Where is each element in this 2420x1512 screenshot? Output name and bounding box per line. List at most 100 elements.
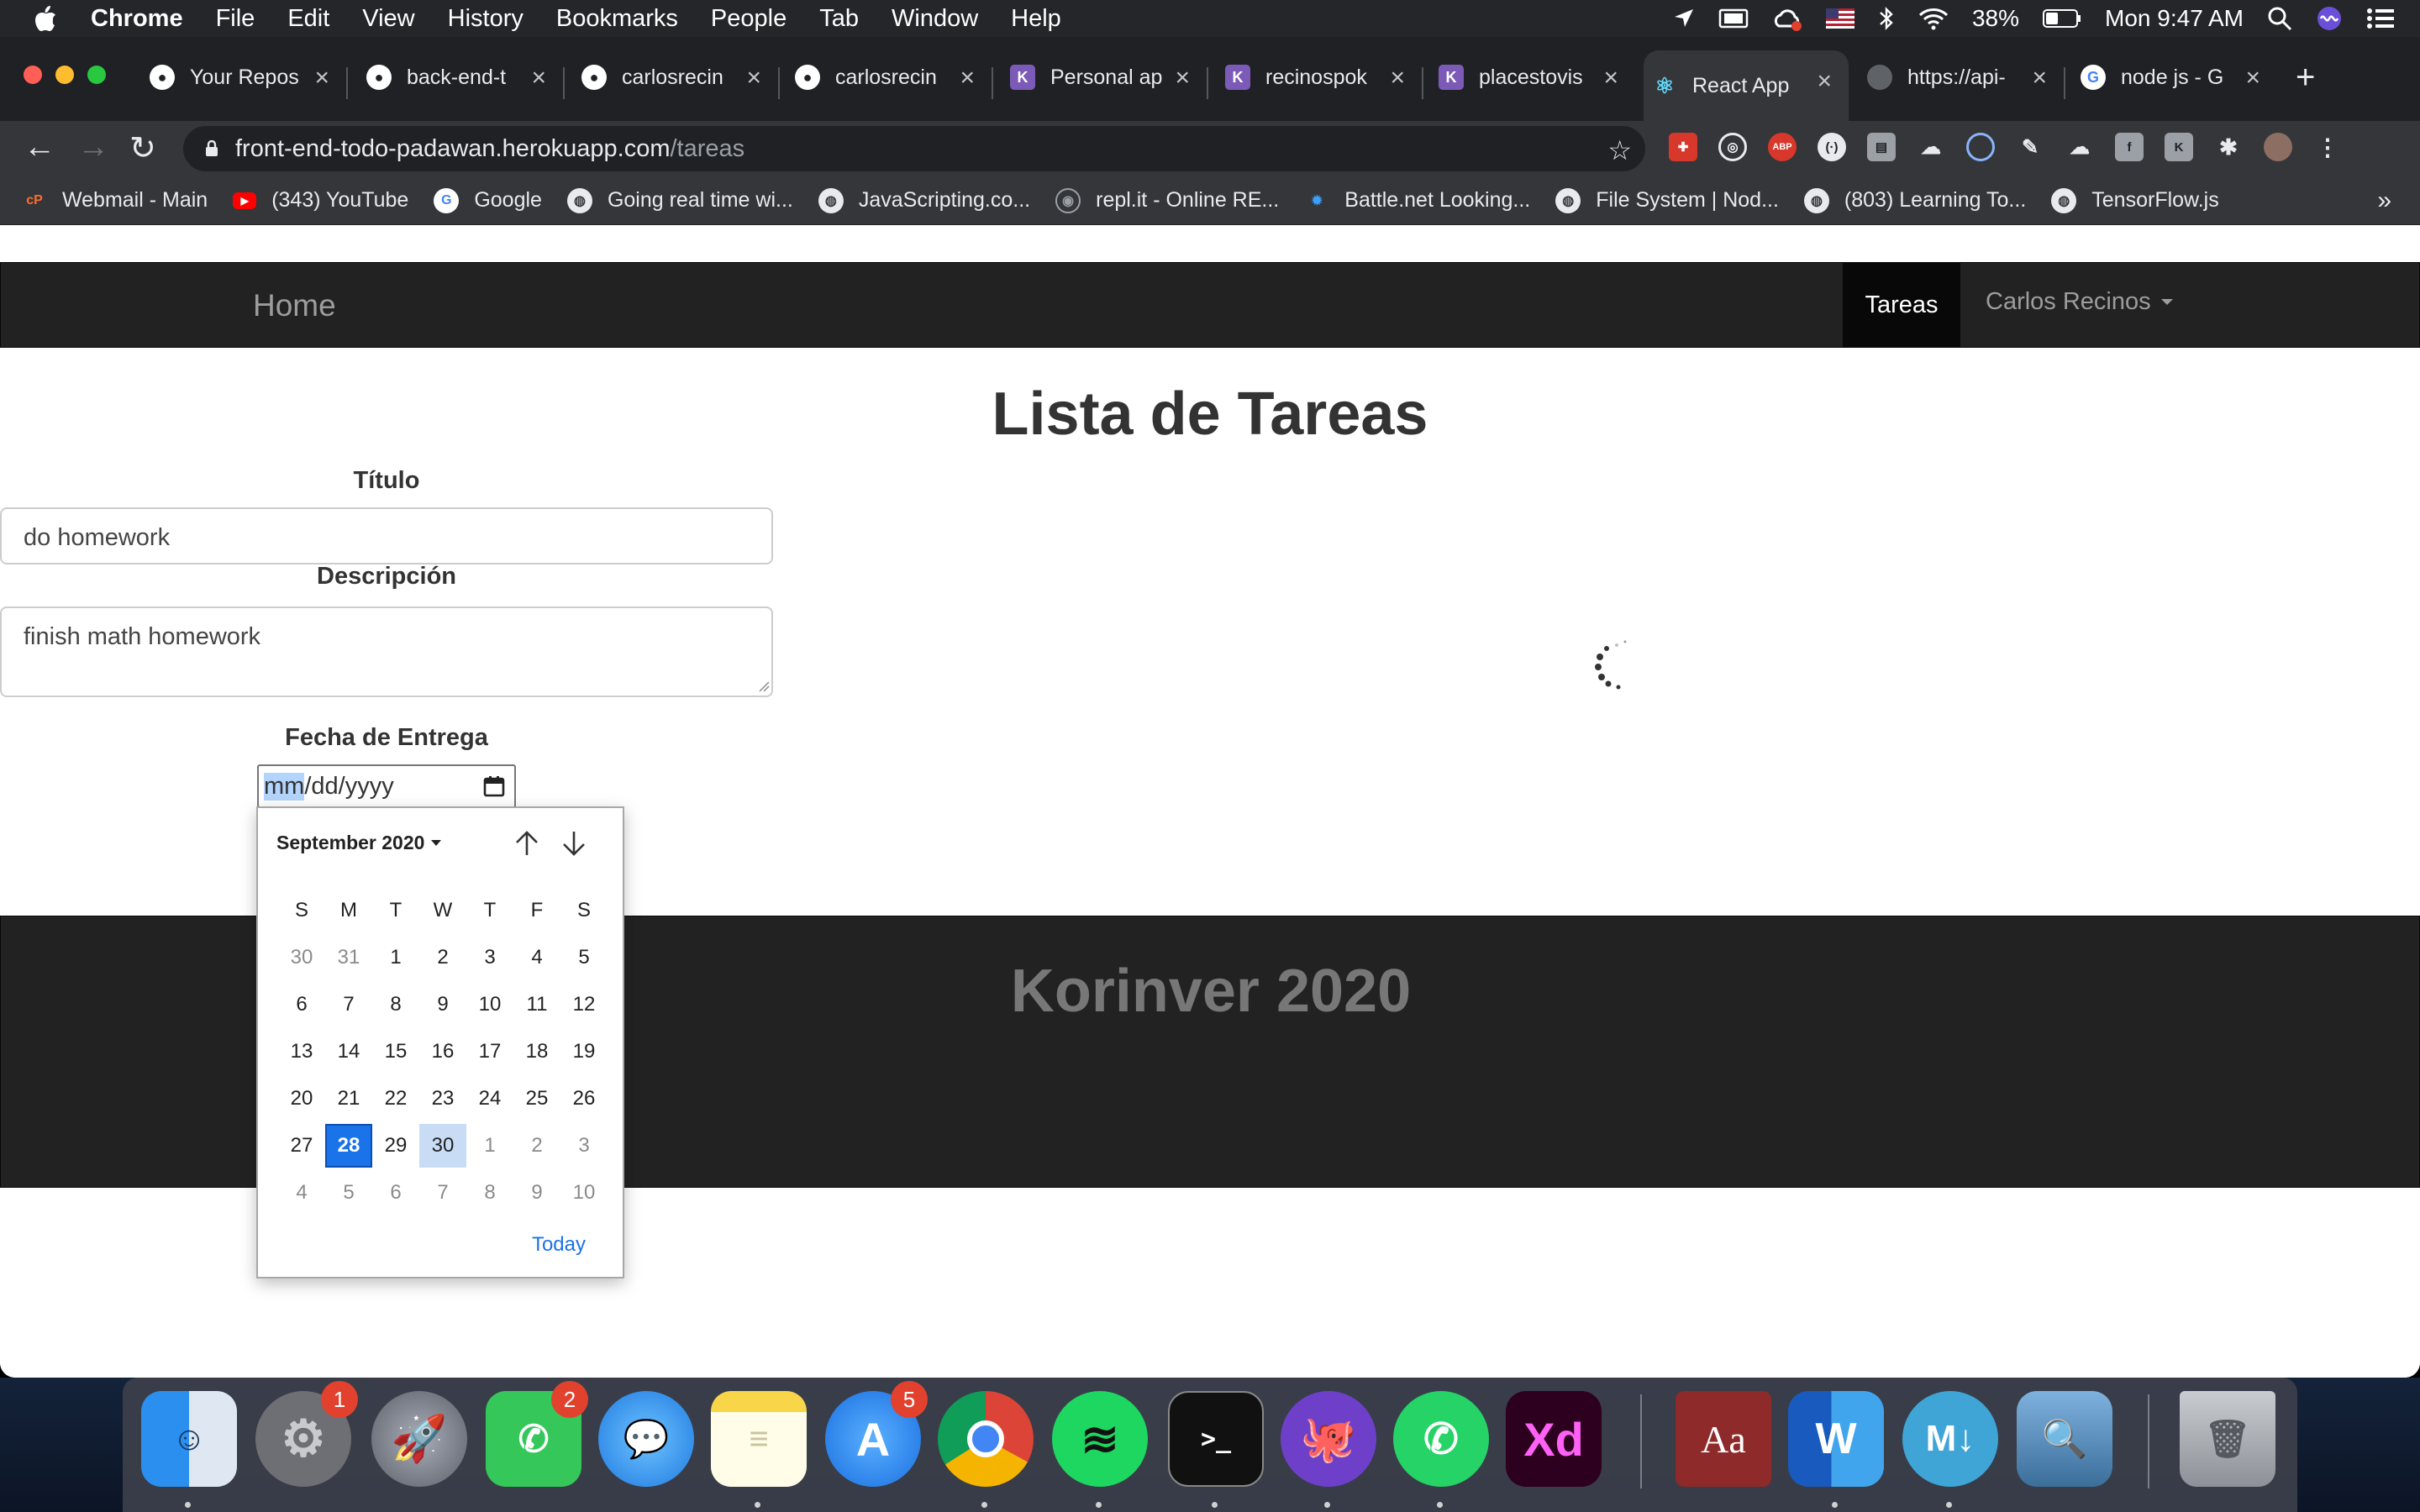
bookmark-tensorflow[interactable]: ◍ TensorFlow.js: [2051, 187, 2219, 213]
menu-help[interactable]: Help: [1011, 5, 1061, 33]
resize-grip-icon[interactable]: [758, 680, 770, 692]
bookmark-youtube[interactable]: ▶ (343) YouTube: [233, 188, 408, 213]
spotify-icon[interactable]: ≋: [1052, 1391, 1148, 1487]
calendar-day[interactable]: 10: [466, 983, 513, 1026]
calendar-day[interactable]: 16: [419, 1030, 466, 1074]
calendar-day[interactable]: 18: [513, 1030, 560, 1074]
calendar-day[interactable]: 4: [278, 1171, 325, 1215]
chrome-icon[interactable]: [938, 1391, 1034, 1487]
calendar-day[interactable]: 22: [372, 1077, 419, 1121]
calendar-day[interactable]: 26: [560, 1077, 608, 1121]
clock[interactable]: Mon 9:47 AM: [2105, 5, 2244, 32]
calendar-day[interactable]: 11: [513, 983, 560, 1026]
wifi-icon[interactable]: [1918, 7, 1949, 30]
calendar-day-selected[interactable]: 28: [325, 1124, 372, 1168]
date-rest-segment[interactable]: /dd/yyyy: [304, 773, 393, 801]
tab-node-js[interactable]: G node js - G ×: [2081, 57, 2260, 97]
notes-icon[interactable]: ≡: [711, 1391, 807, 1487]
menu-view[interactable]: View: [362, 5, 414, 33]
bluetooth-icon[interactable]: [1878, 6, 1895, 31]
calendar-day[interactable]: 2: [419, 936, 466, 979]
calendar-day[interactable]: 29: [372, 1124, 419, 1168]
lock-icon[interactable]: [205, 140, 218, 157]
close-tab-icon[interactable]: ×: [1603, 64, 1618, 92]
calendar-day[interactable]: 5: [325, 1171, 372, 1215]
bookmark-file-system[interactable]: ◍ File System | Nod...: [1555, 187, 1779, 213]
tab-carlosrecin-2[interactable]: ● carlosrecin ×: [795, 57, 975, 97]
app-store-icon[interactable]: A5: [825, 1381, 928, 1487]
apple-menu-icon[interactable]: [34, 4, 57, 33]
calendar-day[interactable]: 15: [372, 1030, 419, 1074]
minimize-window-button[interactable]: [55, 66, 74, 84]
calendar-day[interactable]: 3: [466, 936, 513, 979]
calendar-day[interactable]: 13: [278, 1030, 325, 1074]
bookmark-star-icon[interactable]: ☆: [1607, 134, 1632, 166]
chrome-menu-icon[interactable]: ⋮: [2313, 133, 2342, 161]
adobe-xd-icon[interactable]: Xd: [1506, 1391, 1602, 1487]
facebook-icon[interactable]: f: [2115, 133, 2144, 161]
spotlight-search-icon[interactable]: [2267, 6, 2292, 31]
back-button[interactable]: ←: [24, 129, 55, 165]
reload-button[interactable]: ↻: [129, 129, 156, 167]
calendar-day[interactable]: 31: [325, 936, 372, 979]
calendar-day[interactable]: 5: [560, 936, 608, 979]
bookmark-webmail[interactable]: cP Webmail - Main: [22, 188, 208, 213]
extension-8-icon[interactable]: ✎: [2016, 133, 2044, 161]
close-tab-icon[interactable]: ×: [1390, 64, 1405, 92]
bookmark-learning[interactable]: ◍ (803) Learning To...: [1803, 187, 2026, 213]
address-bar[interactable]: front-end-todo-padawan.herokuapp.com/tar…: [183, 126, 1645, 171]
calendar-day[interactable]: 23: [419, 1077, 466, 1121]
calendar-day[interactable]: 2: [513, 1124, 560, 1168]
word-icon[interactable]: W: [1788, 1391, 1884, 1487]
sidecar-display-icon[interactable]: [1718, 8, 1749, 29]
menu-history[interactable]: History: [448, 5, 523, 33]
calendar-day[interactable]: 10: [560, 1171, 608, 1215]
preview-icon[interactable]: 🔍: [2017, 1391, 2112, 1487]
location-arrow-icon[interactable]: [1673, 8, 1695, 29]
whatsapp-icon[interactable]: ✆: [1393, 1391, 1489, 1487]
extensions-puzzle-icon[interactable]: ✱: [2214, 133, 2243, 161]
calendar-day[interactable]: 27: [278, 1124, 325, 1168]
fecha-date-input[interactable]: mm/dd/yyyy: [257, 764, 516, 808]
tab-your-repos[interactable]: ● Your Repos ×: [150, 57, 329, 97]
calendar-day[interactable]: 24: [466, 1077, 513, 1121]
menu-chrome[interactable]: Chrome: [91, 5, 183, 33]
close-tab-icon[interactable]: ×: [746, 64, 761, 92]
extension-1-icon[interactable]: ✚: [1669, 133, 1697, 161]
calendar-day[interactable]: 19: [560, 1030, 608, 1074]
calendar-day[interactable]: 7: [419, 1171, 466, 1215]
extension-2-icon[interactable]: ◎: [1718, 133, 1747, 161]
month-year-selector[interactable]: September 2020: [276, 832, 442, 854]
calendar-day[interactable]: 1: [372, 936, 419, 979]
tab-recinospok[interactable]: K recinospok ×: [1225, 57, 1405, 97]
menu-file[interactable]: File: [216, 5, 255, 33]
menu-tab[interactable]: Tab: [819, 5, 859, 33]
nav-home-link[interactable]: Home: [253, 288, 336, 323]
calendar-day[interactable]: 1: [466, 1124, 513, 1168]
extension-7-icon[interactable]: [1966, 133, 1995, 161]
messages-icon[interactable]: 💬: [598, 1391, 694, 1487]
calendar-day[interactable]: 12: [560, 983, 608, 1026]
menu-bookmarks[interactable]: Bookmarks: [556, 5, 678, 33]
calendar-day[interactable]: 7: [325, 983, 372, 1026]
extension-4-icon[interactable]: (·): [1818, 133, 1846, 161]
bookmark-google[interactable]: G Google: [434, 187, 542, 213]
calendar-day[interactable]: 6: [372, 1171, 419, 1215]
tab-placestovis[interactable]: K placestovis ×: [1439, 57, 1618, 97]
calendar-day[interactable]: 6: [278, 983, 325, 1026]
close-tab-icon[interactable]: ×: [2032, 64, 2047, 92]
close-tab-icon[interactable]: ×: [960, 64, 975, 92]
today-button[interactable]: Today: [532, 1233, 586, 1257]
calendar-day[interactable]: 20: [278, 1077, 325, 1121]
close-window-button[interactable]: [24, 66, 42, 84]
nav-tareas-link[interactable]: Tareas: [1843, 263, 1960, 347]
notification-center-icon[interactable]: [2366, 7, 2395, 30]
calendar-day[interactable]: 17: [466, 1030, 513, 1074]
calendar-icon[interactable]: [482, 774, 506, 798]
tab-api[interactable]: https://api- ×: [1867, 57, 2047, 97]
new-tab-button[interactable]: +: [2296, 59, 2315, 97]
bookmark-javascripting[interactable]: ◍ JavaScripting.co...: [818, 187, 1030, 213]
titulo-input[interactable]: do homework: [0, 507, 773, 564]
date-month-segment[interactable]: mm: [264, 772, 305, 801]
profile-avatar[interactable]: [2264, 133, 2292, 161]
